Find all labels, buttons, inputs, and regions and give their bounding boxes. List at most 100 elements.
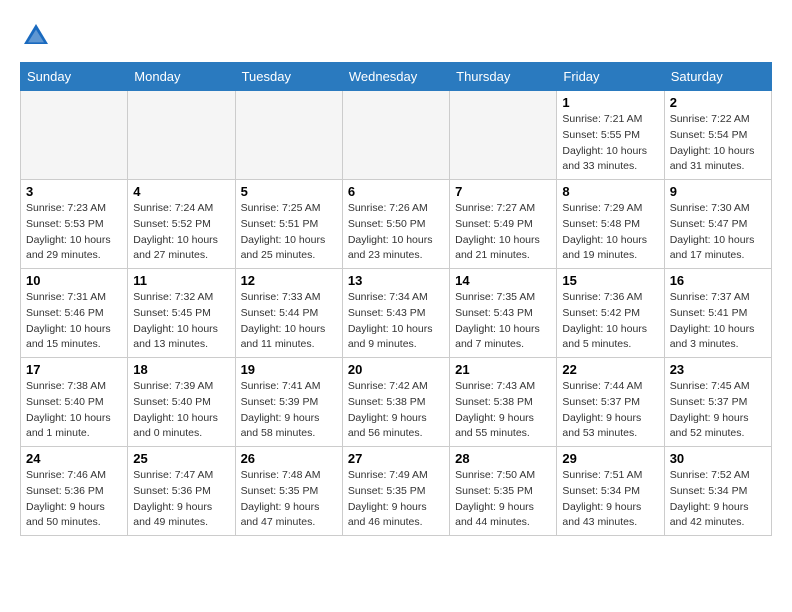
- calendar-cell: 24 Sunrise: 7:46 AM Sunset: 5:36 PM Dayli…: [21, 447, 128, 536]
- day-info: Sunrise: 7:42 AM Sunset: 5:38 PM Dayligh…: [348, 379, 444, 442]
- calendar-body: 1 Sunrise: 7:21 AM Sunset: 5:55 PM Daylig…: [21, 91, 772, 536]
- day-info: Sunrise: 7:29 AM Sunset: 5:48 PM Dayligh…: [562, 201, 658, 264]
- day-info: Sunrise: 7:43 AM Sunset: 5:38 PM Dayligh…: [455, 379, 551, 442]
- day-info: Sunrise: 7:48 AM Sunset: 5:35 PM Dayligh…: [241, 468, 337, 531]
- day-number: 3: [26, 184, 122, 199]
- calendar-header: SundayMondayTuesdayWednesdayThursdayFrid…: [21, 63, 772, 91]
- day-number: 29: [562, 451, 658, 466]
- day-info: Sunrise: 7:23 AM Sunset: 5:53 PM Dayligh…: [26, 201, 122, 264]
- calendar-cell: 22 Sunrise: 7:44 AM Sunset: 5:37 PM Dayli…: [557, 358, 664, 447]
- calendar-cell: 4 Sunrise: 7:24 AM Sunset: 5:52 PM Daylig…: [128, 180, 235, 269]
- day-number: 2: [670, 95, 766, 110]
- day-info: Sunrise: 7:37 AM Sunset: 5:41 PM Dayligh…: [670, 290, 766, 353]
- calendar-cell: 17Sunrise: 7:38 AM Sunset: 5:40 PM Dayli…: [21, 358, 128, 447]
- day-info: Sunrise: 7:35 AM Sunset: 5:43 PM Dayligh…: [455, 290, 551, 353]
- day-info: Sunrise: 7:34 AM Sunset: 5:43 PM Dayligh…: [348, 290, 444, 353]
- calendar-week-0: 1 Sunrise: 7:21 AM Sunset: 5:55 PM Daylig…: [21, 91, 772, 180]
- day-info: Sunrise: 7:21 AM Sunset: 5:55 PM Dayligh…: [562, 112, 658, 175]
- day-number: 8: [562, 184, 658, 199]
- calendar-cell: 1 Sunrise: 7:21 AM Sunset: 5:55 PM Daylig…: [557, 91, 664, 180]
- calendar-week-4: 24 Sunrise: 7:46 AM Sunset: 5:36 PM Dayli…: [21, 447, 772, 536]
- calendar-cell: 30 Sunrise: 7:52 AM Sunset: 5:34 PM Dayli…: [664, 447, 771, 536]
- day-number: 28: [455, 451, 551, 466]
- day-number: 1: [562, 95, 658, 110]
- calendar-week-2: 10 Sunrise: 7:31 AM Sunset: 5:46 PM Dayli…: [21, 269, 772, 358]
- calendar-cell: 8 Sunrise: 7:29 AM Sunset: 5:48 PM Daylig…: [557, 180, 664, 269]
- day-info: Sunrise: 7:24 AM Sunset: 5:52 PM Dayligh…: [133, 201, 229, 264]
- day-number: 5: [241, 184, 337, 199]
- day-info: Sunrise: 7:44 AM Sunset: 5:37 PM Dayligh…: [562, 379, 658, 442]
- weekday-header-tuesday: Tuesday: [235, 63, 342, 91]
- day-info: Sunrise: 7:52 AM Sunset: 5:34 PM Dayligh…: [670, 468, 766, 531]
- calendar-cell: 3 Sunrise: 7:23 AM Sunset: 5:53 PM Daylig…: [21, 180, 128, 269]
- day-info: Sunrise: 7:25 AM Sunset: 5:51 PM Dayligh…: [241, 201, 337, 264]
- calendar-cell: 28 Sunrise: 7:50 AM Sunset: 5:35 PM Dayli…: [450, 447, 557, 536]
- day-number: 22: [562, 362, 658, 377]
- calendar-week-3: 17Sunrise: 7:38 AM Sunset: 5:40 PM Dayli…: [21, 358, 772, 447]
- day-info: Sunrise: 7:49 AM Sunset: 5:35 PM Dayligh…: [348, 468, 444, 531]
- calendar-cell: 26 Sunrise: 7:48 AM Sunset: 5:35 PM Dayli…: [235, 447, 342, 536]
- weekday-header-saturday: Saturday: [664, 63, 771, 91]
- calendar-cell: 18 Sunrise: 7:39 AM Sunset: 5:40 PM Dayli…: [128, 358, 235, 447]
- day-info: Sunrise: 7:38 AM Sunset: 5:40 PM Dayligh…: [26, 379, 122, 442]
- page-header: [20, 20, 772, 52]
- calendar-cell: [128, 91, 235, 180]
- calendar-cell: 11Sunrise: 7:32 AM Sunset: 5:45 PM Dayli…: [128, 269, 235, 358]
- calendar-cell: 7 Sunrise: 7:27 AM Sunset: 5:49 PM Daylig…: [450, 180, 557, 269]
- day-info: Sunrise: 7:32 AM Sunset: 5:45 PM Dayligh…: [133, 290, 229, 353]
- day-info: Sunrise: 7:31 AM Sunset: 5:46 PM Dayligh…: [26, 290, 122, 353]
- day-number: 25: [133, 451, 229, 466]
- day-number: 15: [562, 273, 658, 288]
- calendar-table: SundayMondayTuesdayWednesdayThursdayFrid…: [20, 62, 772, 536]
- calendar-cell: 6Sunrise: 7:26 AM Sunset: 5:50 PM Daylig…: [342, 180, 449, 269]
- day-number: 4: [133, 184, 229, 199]
- day-info: Sunrise: 7:51 AM Sunset: 5:34 PM Dayligh…: [562, 468, 658, 531]
- day-info: Sunrise: 7:50 AM Sunset: 5:35 PM Dayligh…: [455, 468, 551, 531]
- weekday-header-monday: Monday: [128, 63, 235, 91]
- day-number: 20: [348, 362, 444, 377]
- calendar-cell: 9 Sunrise: 7:30 AM Sunset: 5:47 PM Daylig…: [664, 180, 771, 269]
- day-number: 12: [241, 273, 337, 288]
- calendar-cell: 10 Sunrise: 7:31 AM Sunset: 5:46 PM Dayli…: [21, 269, 128, 358]
- weekday-header-row: SundayMondayTuesdayWednesdayThursdayFrid…: [21, 63, 772, 91]
- calendar-cell: 23 Sunrise: 7:45 AM Sunset: 5:37 PM Dayli…: [664, 358, 771, 447]
- day-number: 6: [348, 184, 444, 199]
- day-number: 7: [455, 184, 551, 199]
- day-info: Sunrise: 7:41 AM Sunset: 5:39 PM Dayligh…: [241, 379, 337, 442]
- logo: [20, 20, 56, 52]
- calendar-cell: 27 Sunrise: 7:49 AM Sunset: 5:35 PM Dayli…: [342, 447, 449, 536]
- calendar-cell: [235, 91, 342, 180]
- calendar-week-1: 3 Sunrise: 7:23 AM Sunset: 5:53 PM Daylig…: [21, 180, 772, 269]
- day-number: 30: [670, 451, 766, 466]
- calendar-cell: 2 Sunrise: 7:22 AM Sunset: 5:54 PM Daylig…: [664, 91, 771, 180]
- day-info: Sunrise: 7:39 AM Sunset: 5:40 PM Dayligh…: [133, 379, 229, 442]
- calendar-cell: 12 Sunrise: 7:33 AM Sunset: 5:44 PM Dayli…: [235, 269, 342, 358]
- day-info: Sunrise: 7:36 AM Sunset: 5:42 PM Dayligh…: [562, 290, 658, 353]
- day-number: 9: [670, 184, 766, 199]
- day-info: Sunrise: 7:30 AM Sunset: 5:47 PM Dayligh…: [670, 201, 766, 264]
- day-number: 21: [455, 362, 551, 377]
- calendar-cell: 21 Sunrise: 7:43 AM Sunset: 5:38 PM Dayli…: [450, 358, 557, 447]
- day-info: Sunrise: 7:27 AM Sunset: 5:49 PM Dayligh…: [455, 201, 551, 264]
- day-number: 18: [133, 362, 229, 377]
- calendar-cell: [342, 91, 449, 180]
- weekday-header-wednesday: Wednesday: [342, 63, 449, 91]
- calendar-cell: 14Sunrise: 7:35 AM Sunset: 5:43 PM Dayli…: [450, 269, 557, 358]
- day-number: 26: [241, 451, 337, 466]
- day-number: 24: [26, 451, 122, 466]
- day-info: Sunrise: 7:47 AM Sunset: 5:36 PM Dayligh…: [133, 468, 229, 531]
- day-number: 10: [26, 273, 122, 288]
- day-number: 13: [348, 273, 444, 288]
- day-number: 23: [670, 362, 766, 377]
- calendar-cell: 16Sunrise: 7:37 AM Sunset: 5:41 PM Dayli…: [664, 269, 771, 358]
- day-info: Sunrise: 7:33 AM Sunset: 5:44 PM Dayligh…: [241, 290, 337, 353]
- day-number: 27: [348, 451, 444, 466]
- calendar-cell: [450, 91, 557, 180]
- calendar-cell: 20 Sunrise: 7:42 AM Sunset: 5:38 PM Dayli…: [342, 358, 449, 447]
- weekday-header-friday: Friday: [557, 63, 664, 91]
- calendar-cell: 13 Sunrise: 7:34 AM Sunset: 5:43 PM Dayli…: [342, 269, 449, 358]
- calendar-cell: 19Sunrise: 7:41 AM Sunset: 5:39 PM Dayli…: [235, 358, 342, 447]
- day-info: Sunrise: 7:45 AM Sunset: 5:37 PM Dayligh…: [670, 379, 766, 442]
- day-info: Sunrise: 7:22 AM Sunset: 5:54 PM Dayligh…: [670, 112, 766, 175]
- day-info: Sunrise: 7:46 AM Sunset: 5:36 PM Dayligh…: [26, 468, 122, 531]
